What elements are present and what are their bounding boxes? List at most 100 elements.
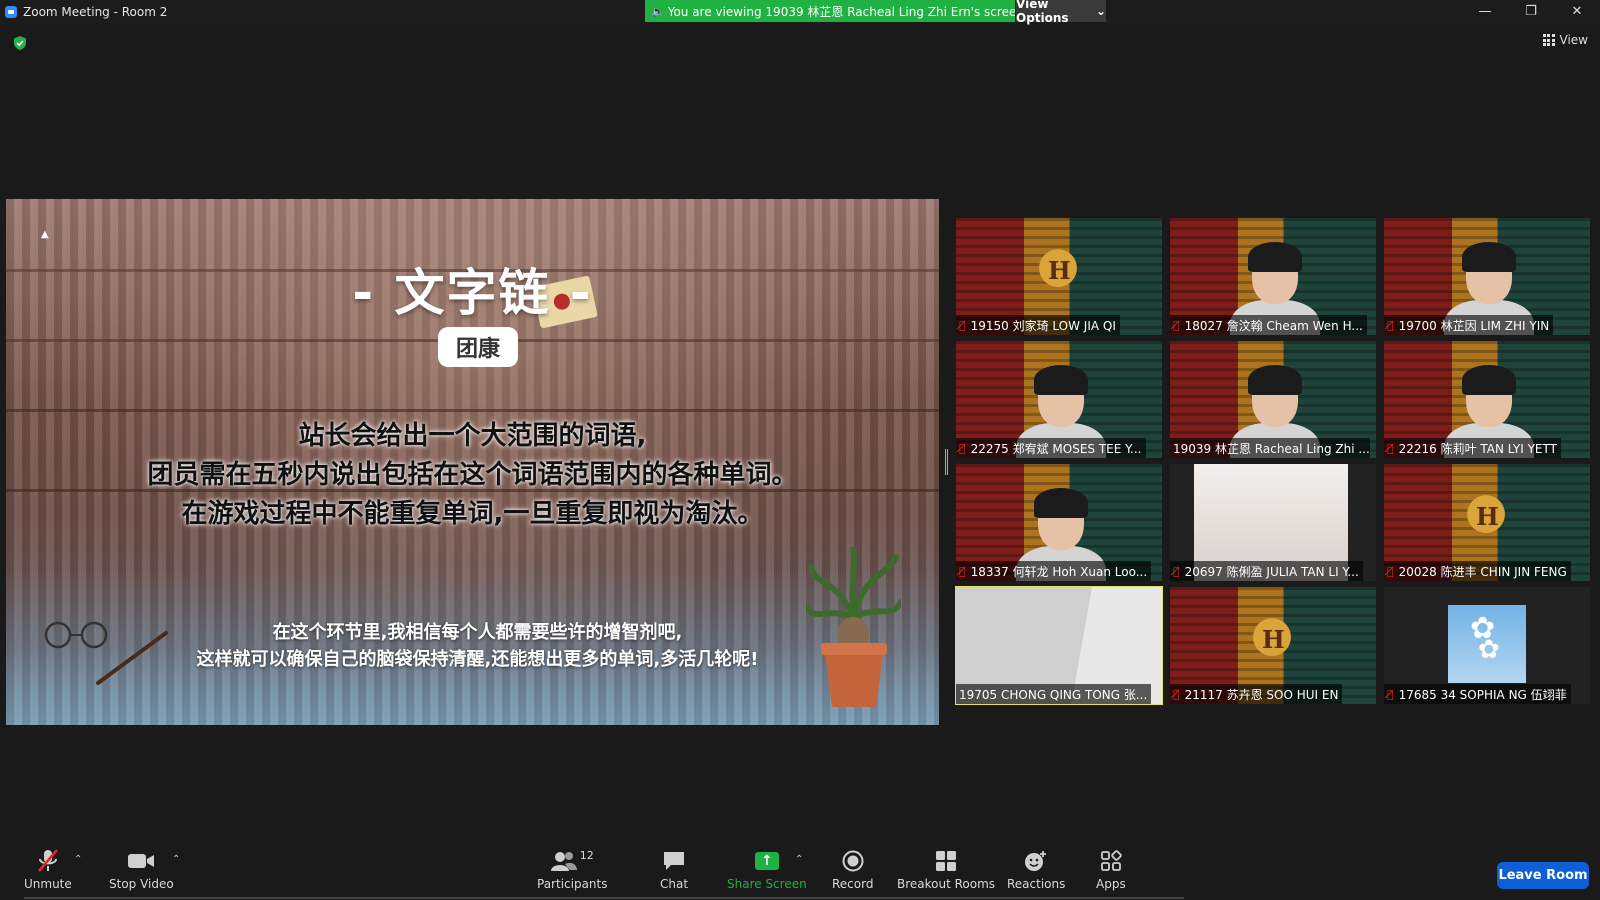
participant-name: 19700 林芷因 LIM ZHI YIN bbox=[1398, 318, 1550, 333]
gallery-view-button[interactable]: View bbox=[1542, 33, 1588, 47]
participant-name-label: 🎙̸ 22275 郑宥斌 MOSES TEE Y... bbox=[956, 438, 1146, 458]
stop-video-button[interactable]: Stop Video bbox=[109, 848, 174, 891]
leave-room-button[interactable]: Leave Room bbox=[1497, 862, 1589, 889]
chat-bubble-icon bbox=[662, 848, 686, 874]
mouse-cursor: ▲ bbox=[41, 229, 49, 240]
participant-name-label: 🎙̸ 20697 陈俐盈 JULIA TAN LI Y... bbox=[1170, 561, 1363, 581]
participant-tile[interactable]: 🎙̸ 17685 34 SOPHIA NG 伍翊菲 bbox=[1384, 587, 1590, 704]
muted-microphone-icon: 🎙̸ bbox=[1387, 441, 1394, 455]
participant-tile[interactable]: 19039 林芷恩 Racheal Ling Zhi ... bbox=[1170, 341, 1376, 458]
security-shield-icon[interactable] bbox=[12, 35, 28, 51]
video-camera-icon bbox=[127, 848, 155, 874]
breakout-rooms-label: Breakout Rooms bbox=[897, 877, 996, 891]
participant-name-label: 🎙̸ 17685 34 SOPHIA NG 伍翊菲 bbox=[1384, 684, 1571, 704]
participants-count: 12 bbox=[579, 848, 594, 862]
house-crest-icon bbox=[1452, 488, 1520, 546]
participant-gallery: 🎙̸ 19150 刘家琦 LOW JIA QI 🎙̸ 18027 詹汶翰 Cheam … bbox=[955, 218, 1596, 708]
participant-name: 20028 陈进丰 CHIN JIN FENG bbox=[1398, 564, 1567, 579]
grid-icon bbox=[1542, 34, 1555, 46]
participant-name: 18027 詹汶翰 Cheam Wen H... bbox=[1184, 318, 1363, 333]
record-icon bbox=[842, 848, 864, 874]
participant-tile[interactable]: 🎙̸ 20028 陈进丰 CHIN JIN FENG bbox=[1384, 464, 1590, 581]
chat-label: Chat bbox=[660, 877, 689, 891]
slide-title: - 文字链 - bbox=[352, 264, 593, 322]
glasses-wand-icon bbox=[44, 621, 168, 685]
breakout-rooms-icon bbox=[935, 848, 957, 874]
maximize-button[interactable]: ❐ bbox=[1508, 0, 1554, 23]
apps-button[interactable]: Apps bbox=[1096, 848, 1126, 891]
apps-label: Apps bbox=[1096, 877, 1126, 891]
participant-tile[interactable]: 🎙̸ 20697 陈俐盈 JULIA TAN LI Y... bbox=[1170, 464, 1376, 581]
slide-rules: 站长会给出一个大范围的词语, 团员需在五秒内说出包括在这个词语范围内的各种单词。… bbox=[6, 417, 939, 534]
participant-name-label: 🎙̸ 19700 林芷因 LIM ZHI YIN bbox=[1384, 315, 1554, 335]
close-button[interactable]: ✕ bbox=[1554, 0, 1600, 23]
participant-tile[interactable]: 19705 CHONG QING TONG 张... bbox=[955, 586, 1163, 705]
viewing-screen-banner: 🔈 You are viewing 19039 林芷恩 Racheal Ling… bbox=[645, 0, 1015, 22]
participant-tile[interactable]: 🎙̸ 21117 苏卉恩 SOO HUI EN bbox=[1170, 587, 1376, 704]
reactions-button[interactable]: Reactions bbox=[1007, 848, 1065, 891]
view-options-button[interactable]: View Options ⌄ bbox=[1016, 0, 1106, 25]
zoom-app-icon bbox=[5, 5, 17, 18]
participant-tile[interactable]: 🎙̸ 22275 郑宥斌 MOSES TEE Y... bbox=[956, 341, 1162, 458]
minimize-button[interactable]: — bbox=[1462, 0, 1508, 23]
participant-name-label: 🎙̸ 18337 何轩龙 Hoh Xuan Loo... bbox=[956, 561, 1152, 581]
participant-name-label: 🎙̸ 20028 陈进丰 CHIN JIN FENG bbox=[1384, 561, 1571, 581]
unmute-button[interactable]: Unmute bbox=[24, 848, 72, 891]
viewing-banner-text: You are viewing 19039 林芷恩 Racheal Ling Z… bbox=[667, 4, 1015, 19]
chat-button[interactable]: Chat bbox=[660, 848, 688, 891]
muted-microphone-icon: 🎙̸ bbox=[1387, 687, 1394, 701]
muted-microphone-icon: 🎙̸ bbox=[1173, 687, 1180, 701]
share-options-caret-icon[interactable]: ⌃ bbox=[795, 854, 803, 865]
participant-name-label: 🎙̸ 19150 刘家琦 LOW JIA QI bbox=[956, 315, 1120, 335]
reactions-label: Reactions bbox=[1007, 877, 1066, 891]
rule-line: 在游戏过程中不能重复单词,一旦重复即视为淘汰。 bbox=[181, 499, 764, 529]
participant-tile[interactable]: 🎙̸ 19700 林芷因 LIM ZHI YIN bbox=[1384, 218, 1590, 335]
smiley-plus-icon bbox=[1024, 848, 1048, 874]
shared-screen[interactable]: - 文字链 - 团康 站长会给出一个大范围的词语, 团员需在五秒内说出包括在这个… bbox=[6, 199, 939, 725]
slide-tag: 团康 bbox=[438, 327, 518, 367]
participant-name: 19039 林芷恩 Racheal Ling Zhi ... bbox=[1173, 441, 1370, 456]
stop-video-label: Stop Video bbox=[109, 877, 174, 891]
muted-microphone-icon: 🎙̸ bbox=[959, 441, 966, 455]
view-button-label: View bbox=[1559, 33, 1588, 47]
participant-name: 22216 陈莉叶 TAN LYI YETT bbox=[1398, 441, 1557, 456]
muted-microphone-icon: 🎙̸ bbox=[1173, 564, 1180, 578]
window-title: Zoom Meeting - Room 2 bbox=[23, 4, 168, 19]
participant-tile[interactable]: 🎙̸ 18337 何轩龙 Hoh Xuan Loo... bbox=[956, 464, 1162, 581]
participants-button[interactable]: 12 Participants bbox=[537, 848, 608, 892]
rule-line: 团员需在五秒内说出包括在这个词语范围内的各种单词。 bbox=[147, 460, 798, 490]
participant-tile[interactable]: 🎙̸ 22216 陈莉叶 TAN LYI YETT bbox=[1384, 341, 1590, 458]
muted-microphone-icon: 🎙̸ bbox=[959, 318, 966, 332]
speaker-icon: 🔈 bbox=[651, 4, 665, 18]
panel-splitter-handle[interactable] bbox=[945, 449, 948, 475]
participant-tile[interactable]: 🎙̸ 19150 刘家琦 LOW JIA QI bbox=[956, 218, 1162, 335]
breakout-rooms-button[interactable]: Breakout Rooms bbox=[897, 848, 995, 891]
record-button[interactable]: Record bbox=[832, 848, 873, 891]
participant-name: 19150 刘家琦 LOW JIA QI bbox=[970, 318, 1116, 333]
participant-name: 18337 何轩龙 Hoh Xuan Loo... bbox=[970, 564, 1148, 579]
audio-options-caret-icon[interactable]: ⌃ bbox=[74, 854, 82, 865]
chevron-down-icon: ⌄ bbox=[1095, 4, 1106, 18]
toolbar-scroll-track bbox=[24, 897, 1184, 899]
muted-microphone-icon: 🎙̸ bbox=[1387, 318, 1394, 332]
participant-tile[interactable]: 🎙̸ 18027 詹汶翰 Cheam Wen H... bbox=[1170, 218, 1376, 335]
participants-label: Participants bbox=[537, 877, 608, 891]
participant-name: 17685 34 SOPHIA NG 伍翊菲 bbox=[1398, 687, 1567, 702]
participant-name: 19705 CHONG QING TONG 张... bbox=[959, 687, 1148, 702]
view-options-label: View Options bbox=[1016, 0, 1069, 25]
participant-name: 20697 陈俐盈 JULIA TAN LI Y... bbox=[1184, 564, 1359, 579]
participant-name-label: 🎙̸ 18027 詹汶翰 Cheam Wen H... bbox=[1170, 315, 1367, 335]
participant-name: 22275 郑宥斌 MOSES TEE Y... bbox=[970, 441, 1142, 456]
muted-microphone-icon: 🎙̸ bbox=[1387, 564, 1394, 578]
rule-line: 站长会给出一个大范围的词语, bbox=[298, 421, 647, 451]
profile-picture bbox=[1448, 605, 1526, 683]
participant-name-label: 19039 林芷恩 Racheal Ling Zhi ... bbox=[1170, 438, 1370, 458]
house-crest-icon bbox=[1024, 242, 1092, 300]
participant-name: 21117 苏卉恩 SOO HUI EN bbox=[1184, 687, 1339, 702]
house-crest-icon bbox=[1238, 611, 1306, 669]
participants-icon: 12 bbox=[550, 848, 594, 874]
muted-microphone-icon: 🎙̸ bbox=[1173, 318, 1180, 332]
share-screen-icon: ↑ bbox=[754, 848, 779, 874]
muted-microphone-icon: 🎙̸ bbox=[959, 564, 966, 578]
video-options-caret-icon[interactable]: ⌃ bbox=[172, 854, 180, 865]
